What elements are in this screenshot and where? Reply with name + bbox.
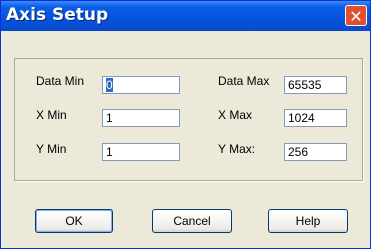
close-icon[interactable]: ✕ (345, 5, 367, 26)
y-max-input[interactable]: 256 (284, 143, 347, 161)
ok-button[interactable]: OK (35, 209, 113, 233)
x-min-input[interactable]: 1 (102, 109, 180, 127)
data-min-input[interactable]: 0 (102, 76, 180, 94)
y-max-label: Y Max: (218, 142, 256, 156)
data-min-label: Data Min (36, 74, 85, 88)
help-button[interactable]: Help (268, 209, 348, 233)
y-min-label: Y Min (36, 142, 67, 156)
window-title: Axis Setup (6, 5, 109, 25)
data-max-input[interactable]: 65535 (284, 76, 347, 94)
data-max-label: Data Max (218, 74, 270, 88)
x-max-label: X Max (218, 108, 253, 122)
title-bar[interactable]: Axis Setup ✕ (1, 1, 370, 31)
data-min-value: 0 (106, 78, 113, 92)
x-min-label: X Min (36, 108, 67, 122)
y-min-input[interactable]: 1 (102, 143, 180, 161)
axis-setup-dialog: Axis Setup ✕ Data Min 0 X Min 1 Y Min 1 … (0, 0, 371, 249)
cancel-button[interactable]: Cancel (152, 209, 232, 233)
x-max-input[interactable]: 1024 (284, 109, 347, 127)
